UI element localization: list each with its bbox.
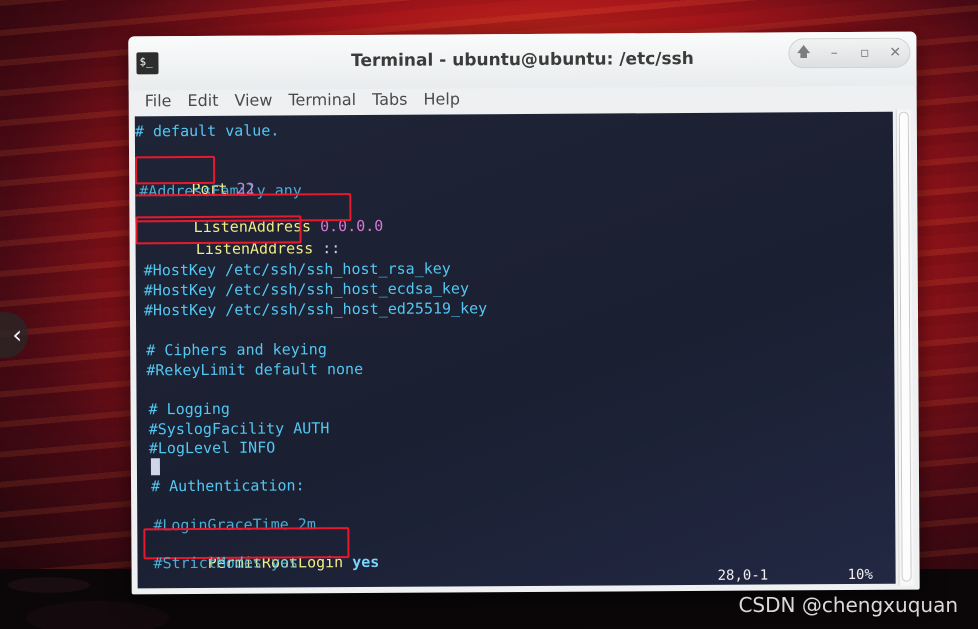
vertical-scrollbar[interactable] <box>895 109 914 586</box>
config-line: #StrictModes yes <box>153 553 299 573</box>
shade-up-icon[interactable]: 🡅 <box>793 41 815 65</box>
config-value: :: <box>322 239 341 258</box>
cursor-position-status: 28,0-1 <box>717 567 769 584</box>
maximize-button[interactable]: ▫ <box>854 45 876 61</box>
highlight-box <box>135 215 302 245</box>
menu-help[interactable]: Help <box>415 88 468 114</box>
config-line: # default value. <box>134 121 280 141</box>
terminal-content[interactable]: # default value. Port 22 #AddressFamily … <box>134 111 896 589</box>
scroll-percent-status: 10% <box>847 566 873 584</box>
config-line: #HostKey /etc/ssh/ssh_host_ecdsa_key <box>143 279 470 300</box>
minimize-button[interactable]: – <box>823 45 845 61</box>
config-line: #RekeyLimit default none <box>146 359 364 380</box>
highlight-box <box>135 155 216 185</box>
config-value: yes <box>352 552 380 572</box>
window-titlebar[interactable]: $_ Terminal - ubuntu@ubuntu: /etc/ssh 🡅 … <box>128 31 917 91</box>
config-line: #HostKey /etc/ssh/ssh_host_rsa_key <box>143 259 451 280</box>
terminal-window: $_ Terminal - ubuntu@ubuntu: /etc/ssh 🡅 … <box>128 31 920 595</box>
menu-file[interactable]: File <box>129 90 180 116</box>
config-line: #LogLevel INFO <box>148 438 276 458</box>
config-line: #SyslogFacility AUTH <box>148 419 330 439</box>
config-line: # Logging <box>148 399 230 419</box>
menu-view[interactable]: View <box>226 89 280 115</box>
window-controls: 🡅 – ▫ ✕ <box>788 37 911 69</box>
config-line: #HostKey /etc/ssh/ssh_host_ed25519_key <box>143 299 488 320</box>
config-line: # Ciphers and keying <box>146 340 327 360</box>
menu-terminal[interactable]: Terminal <box>280 89 364 116</box>
close-button[interactable]: ✕ <box>884 45 906 61</box>
watermark: CSDN @chengxuquan <box>738 593 958 617</box>
config-line: # Authentication: <box>150 476 305 496</box>
text-cursor <box>150 458 160 476</box>
menu-edit[interactable]: Edit <box>179 90 226 116</box>
menu-tabs[interactable]: Tabs <box>364 89 416 115</box>
scrollbar-thumb[interactable] <box>898 111 912 582</box>
